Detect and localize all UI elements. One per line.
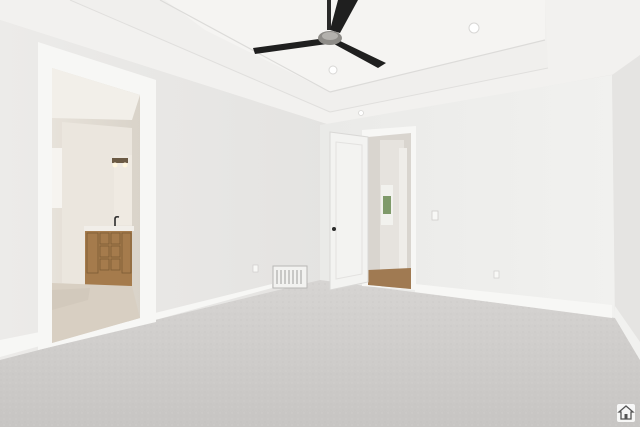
floor-vent xyxy=(272,265,308,289)
wall-outlet xyxy=(252,264,259,273)
bathroom-window xyxy=(52,148,62,208)
light-switch[interactable] xyxy=(431,210,439,221)
vanity-countertop xyxy=(84,226,134,231)
door-handle[interactable] xyxy=(332,227,336,231)
bedroom-photo xyxy=(0,0,640,427)
vanity-cabinet xyxy=(85,231,132,286)
vanity-light xyxy=(112,158,128,163)
home-logo-icon xyxy=(617,404,635,422)
recessed-light-icon xyxy=(358,110,364,116)
recessed-light-icon xyxy=(328,65,338,75)
hall-plant xyxy=(383,196,391,214)
vanity-bulb xyxy=(122,162,128,168)
hall-doorframe xyxy=(399,148,407,270)
wall-outlet xyxy=(493,270,500,279)
vanity-bulb xyxy=(112,162,118,168)
vent-slats xyxy=(276,270,302,284)
recessed-light-icon xyxy=(468,22,480,34)
